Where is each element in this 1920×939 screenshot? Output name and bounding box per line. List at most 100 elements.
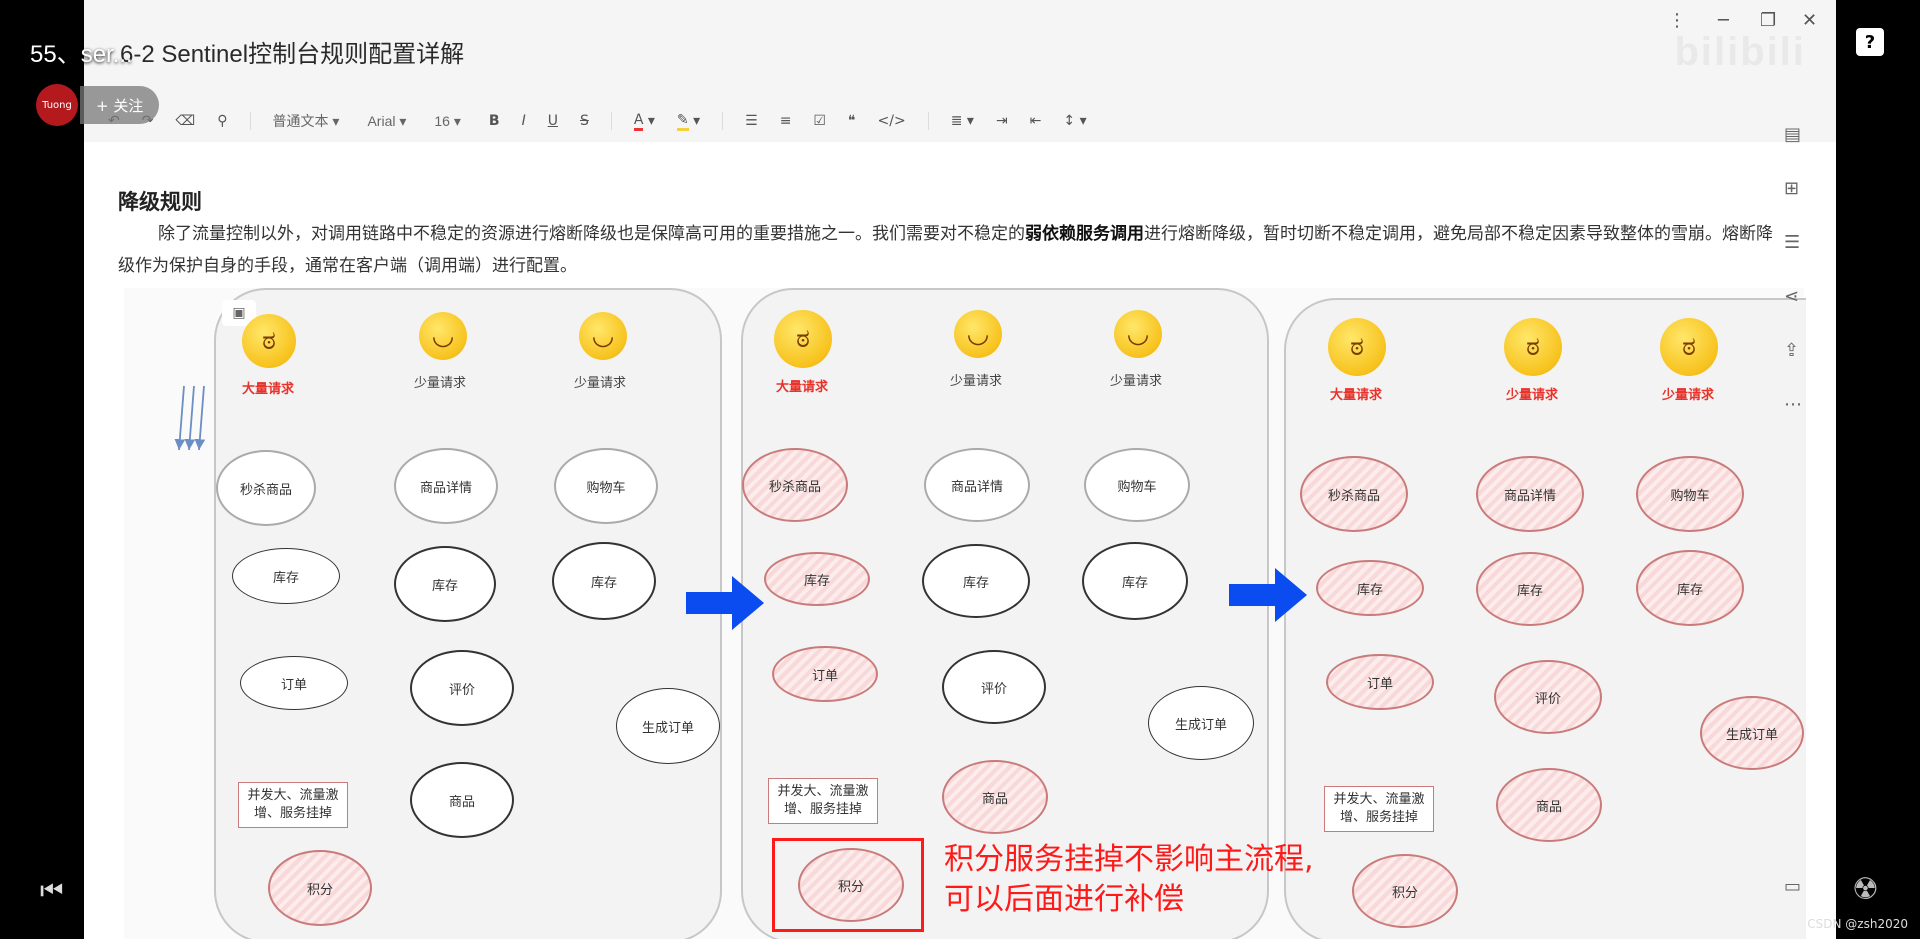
smile-face-icon: ◡ <box>1114 310 1162 358</box>
annotation-line-1: 积分服务挂掉不影响主流程, <box>944 842 1314 877</box>
font-color-icon[interactable]: A ▾ <box>633 112 655 131</box>
angry-face-icon: ಠ <box>774 310 832 368</box>
line-height-icon[interactable]: ↕ ▾ <box>1063 113 1086 129</box>
fullscreen-icon[interactable]: ▭ <box>1784 876 1801 897</box>
paragraph-text: 除了流量控制以外，对调用链路中不稳定的资源进行熔断降级也是保障高可用的重要措施之… <box>158 224 1025 244</box>
request-label-light: 少量请求 <box>1662 388 1715 403</box>
node-stock: 库存 <box>232 548 340 604</box>
italic-icon[interactable]: I <box>522 113 526 129</box>
format-painter-icon[interactable]: ⚲ <box>217 113 227 129</box>
transition-arrow-icon <box>1229 568 1307 622</box>
section-paragraph: 除了流量控制以外，对调用链路中不稳定的资源进行熔断降级也是保障高可用的重要措施之… <box>118 218 1778 282</box>
checklist-icon[interactable]: ☑ <box>813 113 826 129</box>
request-label-heavy: 大量请求 <box>242 382 295 397</box>
toolbar-divider <box>249 112 251 130</box>
node-stock: 库存 <box>1636 550 1744 626</box>
numbered-list-icon[interactable]: ≡ <box>780 113 792 129</box>
angry-face-icon: ಠ <box>1504 318 1562 376</box>
video-frame: 6-2 Sentinel控制台规则配置详解 bilibili ⋮ ─ ❐ ✕ ↶… <box>84 0 1836 939</box>
document-header: 6-2 Sentinel控制台规则配置详解 bilibili ⋮ ─ ❐ ✕ <box>84 0 1836 100</box>
node-product: 商品 <box>410 762 514 838</box>
previous-icon[interactable]: ⏮ <box>40 876 63 907</box>
annotation-note: 积分服务挂掉不影响主流程, 可以后面进行补偿 <box>944 840 1314 920</box>
node-order: 订单 <box>240 656 348 710</box>
failure-callout: 并发大、流量激增、服务挂掉 <box>1324 786 1434 832</box>
smile-face-icon: ◡ <box>954 310 1002 358</box>
avatar[interactable]: Tuong <box>36 84 78 126</box>
node-cart: 购物车 <box>1084 448 1190 522</box>
editor-toolbar: ↶ ↷ ⌫ ⚲ 普通文本 ▾ Arial ▾ 16 ▾ B I U S A ▾ … <box>84 100 1836 142</box>
maximize-icon[interactable]: ❐ <box>1760 10 1776 31</box>
node-stock: 库存 <box>922 544 1030 618</box>
font-size-select[interactable]: 16 ▾ <box>434 113 461 130</box>
angry-face-icon: ಠ <box>242 314 296 368</box>
font-family-select[interactable]: Arial ▾ <box>367 113 406 130</box>
bilibili-watermark: bilibili <box>1674 30 1806 74</box>
help-icon[interactable]: ? <box>1856 28 1884 56</box>
paragraph-bold-text: 弱依赖服务调用 <box>1025 224 1144 244</box>
more-horizontal-icon[interactable]: ⋯ <box>1784 394 1802 415</box>
node-cart: 购物车 <box>1636 456 1744 532</box>
node-cart: 购物车 <box>554 448 658 524</box>
request-label-light: 少量请求 <box>1506 388 1559 403</box>
angry-face-icon: ಠ <box>1328 318 1386 376</box>
follow-button[interactable]: + 关注 <box>80 86 160 124</box>
strikethrough-icon[interactable]: S <box>580 113 589 129</box>
video-title: 55、ser... <box>30 41 133 68</box>
node-points: 积分 <box>268 850 372 926</box>
request-label-light: 少量请求 <box>1110 374 1163 389</box>
transition-arrow-icon <box>686 576 764 630</box>
node-create-order: 生成订单 <box>1148 686 1254 760</box>
text-style-select[interactable]: 普通文本 ▾ <box>273 111 340 131</box>
node-stock: 库存 <box>552 542 656 620</box>
angry-face-icon: ಠ <box>1660 318 1718 376</box>
node-stock: 库存 <box>1316 560 1424 616</box>
minimize-icon[interactable]: ─ <box>1718 10 1729 31</box>
code-icon[interactable]: </> <box>878 113 906 129</box>
smile-face-icon: ◡ <box>419 312 467 360</box>
node-detail: 商品详情 <box>924 448 1030 522</box>
node-stock: 库存 <box>394 546 496 622</box>
outline-icon[interactable]: ☰ <box>1784 232 1800 253</box>
quote-icon[interactable]: ❝ <box>848 113 856 129</box>
align-icon[interactable]: ≣ ▾ <box>951 113 974 129</box>
node-stock: 库存 <box>764 552 870 606</box>
node-detail: 商品详情 <box>394 448 498 524</box>
close-icon[interactable]: ✕ <box>1802 10 1817 31</box>
node-detail: 商品详情 <box>1476 456 1584 532</box>
request-label-light: 少量请求 <box>574 376 627 391</box>
request-label-heavy: 大量请求 <box>1330 388 1383 403</box>
insert-block-icon[interactable]: ⊞ <box>1784 178 1799 199</box>
share-icon[interactable]: ⋖ <box>1784 286 1799 307</box>
node-create-order: 生成订单 <box>616 688 720 764</box>
circuit-breaker-diagram: ▣ ಠ 大量请求 ◡ 少量请求 ◡ 少量请求 秒杀商品 商品详情 购物车 库存 … <box>124 288 1806 939</box>
bold-icon[interactable]: B <box>489 113 500 129</box>
node-review: 评价 <box>410 650 514 726</box>
node-product: 商品 <box>942 760 1048 834</box>
node-stock: 库存 <box>1476 552 1584 626</box>
bullet-list-icon[interactable]: ☰ <box>745 113 758 129</box>
eraser-icon[interactable]: ⌫ <box>175 113 195 129</box>
node-order: 订单 <box>772 646 878 702</box>
section-heading: 降级规则 <box>118 190 202 214</box>
node-product: 商品 <box>1496 768 1602 842</box>
underline-icon[interactable]: U <box>548 113 558 129</box>
annotation-line-2: 可以后面进行补偿 <box>944 882 1184 917</box>
failure-callout: 并发大、流量激增、服务挂掉 <box>768 778 878 824</box>
export-icon[interactable]: ⇪ <box>1784 340 1799 361</box>
text-box-icon[interactable]: ▤ <box>1784 124 1801 145</box>
outdent-icon[interactable]: ⇤ <box>1030 113 1042 129</box>
footer-credit: CSDN @zsh2020 <box>1807 917 1908 931</box>
toolbar-divider <box>722 112 724 130</box>
indent-icon[interactable]: ⇥ <box>996 113 1008 129</box>
failure-callout: 并发大、流量激增、服务挂掉 <box>238 782 348 828</box>
request-label-light: 少量请求 <box>414 376 467 391</box>
highlight-icon[interactable]: ✎ ▾ <box>676 112 700 131</box>
node-review: 评价 <box>942 650 1046 724</box>
node-points: 积分 <box>1352 854 1458 928</box>
radiation-icon[interactable]: ☢ <box>1852 872 1879 907</box>
more-vertical-icon[interactable]: ⋮ <box>1668 10 1686 31</box>
highlight-box <box>772 838 924 932</box>
request-label-light: 少量请求 <box>950 374 1003 389</box>
node-stock: 库存 <box>1082 542 1188 620</box>
